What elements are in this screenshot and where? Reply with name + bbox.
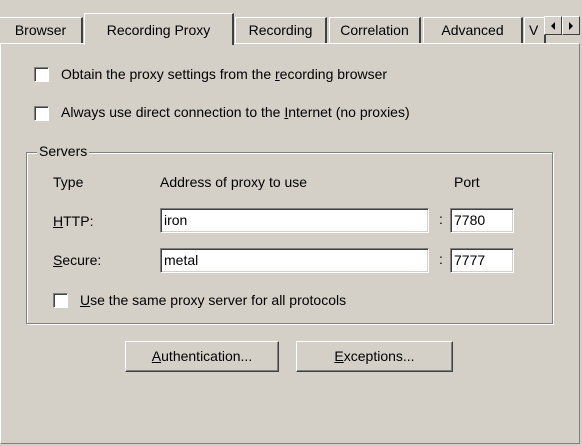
tab-correlation[interactable]: Correlation [329, 17, 421, 43]
tab-label: Correlation [340, 22, 409, 38]
label-text: Obtain the proxy settings from the [61, 66, 275, 82]
mnemonic: H [53, 213, 64, 229]
tab-label: Recording [248, 22, 313, 38]
tab-label: Recording Proxy [106, 22, 211, 38]
mnemonic: S [53, 252, 63, 268]
exceptions-button[interactable]: Exceptions... [296, 341, 453, 372]
button-label: xceptions... [343, 348, 415, 364]
tab-recording[interactable]: Recording [235, 17, 327, 43]
arrow-right-icon [569, 21, 573, 30]
secure-address-input[interactable]: metal [160, 248, 429, 273]
same-proxy-label[interactable]: Use the same proxy server for all protoc… [80, 292, 346, 308]
label-text: nternet (no proxies) [288, 104, 410, 120]
label-text: Always use direct connection to the [61, 104, 285, 120]
http-label: HTTP: [53, 213, 93, 229]
arrow-left-icon [551, 21, 555, 30]
tab-label: Advanced [441, 22, 504, 38]
port-header: Port [454, 174, 480, 190]
http-address-input[interactable]: iron [160, 208, 429, 233]
authentication-button[interactable]: Authentication... [125, 341, 279, 372]
http-port-input[interactable]: 7780 [450, 208, 514, 233]
same-proxy-checkbox[interactable] [53, 293, 68, 308]
address-header: Address of proxy to use [160, 174, 308, 190]
type-header: Type [53, 174, 84, 190]
obtain-proxy-label[interactable]: Obtain the proxy settings from the recor… [61, 66, 387, 82]
direct-connection-label[interactable]: Always use direct connection to the Inte… [61, 104, 410, 120]
label-text: ecure: [62, 252, 102, 268]
label-text: ecording browser [279, 66, 388, 82]
secure-label: Secure: [53, 252, 101, 268]
button-label: uthentication... [161, 348, 253, 364]
label-text: TTP: [63, 213, 94, 229]
direct-connection-checkbox[interactable] [34, 106, 49, 121]
tab-partial[interactable]: V [524, 17, 546, 43]
http-port-separator: : [439, 211, 443, 227]
tab-advanced[interactable]: Advanced [423, 17, 523, 43]
tab-scroll-left-button[interactable] [544, 16, 562, 35]
tab-label: Browser [14, 22, 67, 38]
mnemonic: A [151, 348, 162, 364]
tab-recording-proxy[interactable]: Recording Proxy [84, 13, 234, 45]
tab-label: V [529, 22, 539, 38]
tab-browser[interactable]: Browser [0, 17, 83, 43]
obtain-proxy-checkbox[interactable] [34, 67, 49, 82]
tab-scroll-right-button[interactable] [562, 16, 580, 35]
mnemonic: E [334, 348, 344, 364]
secure-port-separator: : [439, 251, 443, 267]
servers-group-title: Servers [37, 143, 90, 159]
secure-port-input[interactable]: 7777 [450, 248, 514, 273]
label-text: se the same proxy server for all protoco… [90, 292, 347, 308]
mnemonic: U [80, 292, 91, 308]
